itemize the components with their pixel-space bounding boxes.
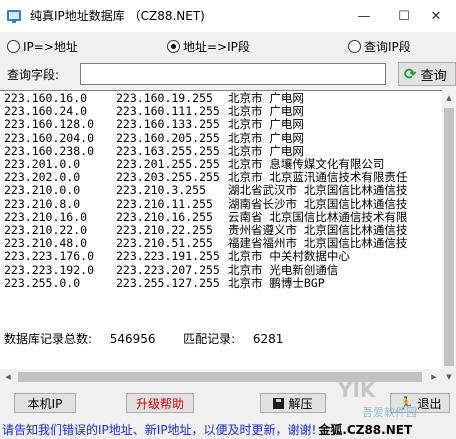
results-rows: 223.160.16.0 223.160.19.255 北京市 广电网 223.160… bbox=[4, 91, 408, 290]
start-ip-cell: 223.255.0.0 bbox=[4, 275, 81, 290]
total-records-value: 546956 bbox=[109, 332, 156, 346]
end-ip-cell: 223.223.207.255 bbox=[116, 262, 220, 277]
radio-button-checked-icon bbox=[167, 40, 180, 53]
radio-ip-to-address[interactable]: IP=>地址 bbox=[7, 38, 78, 55]
horizontal-scroll-thumb[interactable] bbox=[18, 372, 422, 382]
table-row[interactable]: 223.210.0.0 223.210.3.255 湖北省武汉市 北京国信比林通信技 bbox=[4, 184, 407, 197]
vertical-scrollbar[interactable]: ▲ ▼ bbox=[442, 90, 456, 385]
upgrade-help-label: 升级帮助 bbox=[135, 396, 184, 411]
status-bar: 请告知我们错误的IP地址、新IP地址，以便及时更新，谢谢! 金狐.CZ88.NE… bbox=[0, 419, 456, 439]
save-icon bbox=[273, 397, 285, 409]
radio-label: 查询IP段 bbox=[364, 40, 411, 54]
query-button[interactable]: ⟳ 查询 bbox=[398, 62, 456, 86]
end-ip-cell: 223.210.3.255 bbox=[116, 183, 207, 198]
total-records-label: 数据库记录总数: bbox=[4, 332, 93, 346]
decompress-button[interactable]: 解压 bbox=[260, 393, 326, 413]
scroll-up-icon[interactable]: ▲ bbox=[442, 90, 456, 106]
table-row[interactable]: 223.223.176.0 223.223.191.255 北京市 中关村数据中心 bbox=[4, 250, 407, 263]
exit-label: 退出 bbox=[417, 396, 442, 411]
decompress-label: 解压 bbox=[288, 396, 313, 411]
radio-button-icon bbox=[348, 40, 361, 53]
minimize-button[interactable]: — bbox=[344, 0, 384, 32]
radio-label: IP=>地址 bbox=[23, 40, 78, 54]
results-list[interactable]: 223.160.16.0 223.160.19.255 北京市 广电网 223.160… bbox=[0, 90, 442, 385]
match-records-label: 匹配记录: bbox=[183, 332, 236, 346]
location-cell: 北京市 中关村数据中心 bbox=[228, 249, 350, 264]
scroll-right-icon[interactable]: ▶ bbox=[426, 369, 442, 385]
end-ip-cell: 223.160.205.255 bbox=[116, 130, 220, 145]
start-ip-cell: 223.210.0.0 bbox=[4, 183, 81, 198]
start-ip-cell: 223.210.8.0 bbox=[4, 196, 81, 211]
table-row[interactable]: 223.160.128.0 223.160.133.255 北京市 广电网 bbox=[4, 118, 407, 131]
scroll-down-icon[interactable]: ▼ bbox=[442, 369, 456, 385]
close-button[interactable]: ✕ bbox=[416, 0, 456, 32]
results-summary: 数据库记录总数: 546956 匹配记录: 6281 bbox=[4, 330, 283, 347]
running-man-icon: 🏃 bbox=[398, 396, 414, 410]
status-site: 金狐.CZ88.NET bbox=[318, 422, 413, 437]
table-row[interactable]: 223.160.204.0 223.160.205.255 北京市 广电网 bbox=[4, 130, 407, 145]
location-cell: 北京市 广电网 bbox=[228, 130, 304, 145]
query-field-label: 查询字段: bbox=[7, 68, 60, 82]
title-bar: 纯真IP地址数据库 （CZ88.NET) — ☐ ✕ bbox=[0, 0, 456, 32]
query-button-label: 查询 bbox=[420, 68, 447, 84]
location-cell: 北京市 光电新创通信 bbox=[228, 262, 339, 277]
start-ip-cell: 223.160.128.0 bbox=[4, 117, 95, 132]
app-icon bbox=[7, 10, 21, 23]
start-ip-cell: 223.160.204.0 bbox=[4, 130, 95, 145]
refresh-icon: ⟳ bbox=[404, 65, 417, 83]
exit-button[interactable]: 🏃 退出 bbox=[390, 393, 450, 413]
local-ip-label: 本机IP bbox=[27, 396, 63, 411]
radio-button-icon bbox=[7, 40, 20, 53]
close-icon: ✕ bbox=[430, 8, 442, 24]
location-cell: 湖北省武汉市 北京国信比林通信技 bbox=[228, 183, 408, 198]
start-ip-cell: 223.223.192.0 bbox=[4, 262, 95, 277]
minimize-icon: — bbox=[357, 8, 371, 24]
local-ip-button[interactable]: 本机IP bbox=[14, 393, 76, 413]
vertical-scroll-thumb[interactable] bbox=[444, 108, 454, 366]
end-ip-cell: 223.210.11.255 bbox=[116, 196, 213, 211]
search-mode-group: IP=>地址 地址=>IP段 查询IP段 bbox=[0, 36, 456, 58]
table-row[interactable]: 223.255.0.0 223.255.127.255 北京市 鹏博士BGP bbox=[4, 275, 407, 290]
start-ip-cell: 223.223.176.0 bbox=[4, 249, 95, 264]
query-input[interactable] bbox=[80, 63, 386, 85]
location-cell: 北京市 广电网 bbox=[228, 117, 304, 132]
scroll-left-icon[interactable]: ◀ bbox=[0, 369, 16, 385]
radio-address-to-ip-range[interactable]: 地址=>IP段 bbox=[167, 38, 250, 55]
table-row[interactable]: 223.223.192.0 223.223.207.255 北京市 光电新创通信 bbox=[4, 262, 407, 277]
end-ip-cell: 223.223.191.255 bbox=[116, 249, 220, 264]
radio-label: 地址=>IP段 bbox=[183, 40, 250, 54]
location-cell: 湖南省长沙市 北京国信比林通信技 bbox=[228, 196, 408, 211]
match-records-value: 6281 bbox=[252, 332, 284, 346]
location-cell: 北京市 鹏博士BGP bbox=[228, 275, 325, 290]
maximize-icon: ☐ bbox=[398, 8, 410, 24]
window-title: 纯真IP地址数据库 （CZ88.NET) bbox=[30, 9, 205, 23]
horizontal-scrollbar[interactable]: ◀ ▶ bbox=[0, 369, 442, 385]
upgrade-help-button[interactable]: 升级帮助 bbox=[126, 393, 194, 413]
end-ip-cell: 223.255.127.255 bbox=[116, 275, 220, 290]
table-row[interactable]: 223.210.8.0 223.210.11.255 湖南省长沙市 北京国信比林通信… bbox=[4, 196, 408, 211]
radio-query-ip-range[interactable]: 查询IP段 bbox=[348, 38, 411, 55]
status-note: 请告知我们错误的IP地址、新IP地址，以便及时更新，谢谢! bbox=[2, 422, 317, 437]
end-ip-cell: 223.160.133.255 bbox=[116, 117, 220, 132]
